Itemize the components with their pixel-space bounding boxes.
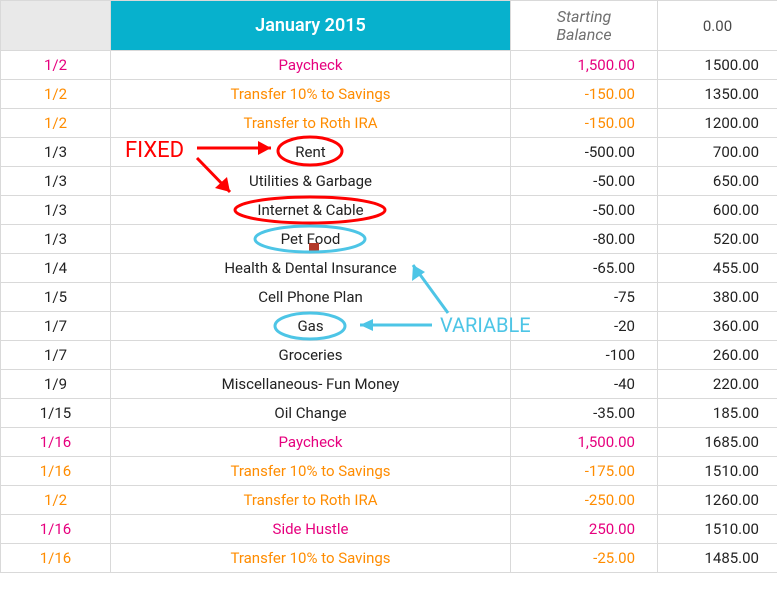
cell-balance[interactable]: 185.00 <box>658 399 777 428</box>
cell-amount[interactable]: -150.00 <box>511 80 658 109</box>
cell-description[interactable]: Internet & Cable <box>111 196 511 225</box>
cell-description[interactable]: Health & Dental Insurance <box>111 254 511 283</box>
header-blank <box>1 1 111 51</box>
cell-date[interactable]: 1/16 <box>1 515 111 544</box>
table-row: 1/7Groceries-100260.00 <box>1 341 777 370</box>
budget-table: January 2015 StartingBalance 0.00 1/2Pay… <box>0 0 777 573</box>
cell-description[interactable]: Miscellaneous- Fun Money <box>111 370 511 399</box>
cell-description[interactable]: Transfer 10% to Savings <box>111 80 511 109</box>
cell-amount[interactable]: 1,500.00 <box>511 428 658 457</box>
cell-amount[interactable]: -175.00 <box>511 457 658 486</box>
cell-description[interactable]: Oil Change <box>111 399 511 428</box>
cell-amount[interactable]: -100 <box>511 341 658 370</box>
cell-description[interactable]: Transfer to Roth IRA <box>111 486 511 515</box>
cell-amount[interactable]: -250.00 <box>511 486 658 515</box>
header-row: January 2015 StartingBalance 0.00 <box>1 1 777 51</box>
cell-balance[interactable]: 1510.00 <box>658 515 777 544</box>
cell-balance[interactable]: 520.00 <box>658 225 777 254</box>
cell-description[interactable]: Paycheck <box>111 51 511 80</box>
cell-amount[interactable]: -500.00 <box>511 138 658 167</box>
cell-amount[interactable]: -75 <box>511 283 658 312</box>
cell-description[interactable]: Groceries <box>111 341 511 370</box>
cell-balance[interactable]: 260.00 <box>658 341 777 370</box>
cell-description[interactable]: Transfer 10% to Savings <box>111 544 511 573</box>
table-row: 1/4Health & Dental Insurance-65.00455.00 <box>1 254 777 283</box>
cell-date[interactable]: 1/16 <box>1 428 111 457</box>
table-row: 1/3Utilities & Garbage-50.00650.00 <box>1 167 777 196</box>
cell-date[interactable]: 1/2 <box>1 80 111 109</box>
table-row: 1/2Paycheck1,500.001500.00 <box>1 51 777 80</box>
header-starting-balance-label: StartingBalance <box>511 1 658 51</box>
table-row: 1/7Gas-20360.00 <box>1 312 777 341</box>
cell-balance[interactable]: 220.00 <box>658 370 777 399</box>
cell-date[interactable]: 1/15 <box>1 399 111 428</box>
cell-date[interactable]: 1/2 <box>1 109 111 138</box>
header-starting-balance-value: 0.00 <box>658 1 777 51</box>
spreadsheet: January 2015 StartingBalance 0.00 1/2Pay… <box>0 0 777 590</box>
cell-description[interactable]: Utilities & Garbage <box>111 167 511 196</box>
cell-date[interactable]: 1/7 <box>1 341 111 370</box>
cell-balance[interactable]: 1200.00 <box>658 109 777 138</box>
table-row: 1/15Oil Change-35.00185.00 <box>1 399 777 428</box>
table-row: 1/16Transfer 10% to Savings-175.001510.0… <box>1 457 777 486</box>
cell-date[interactable]: 1/3 <box>1 225 111 254</box>
cell-date[interactable]: 1/9 <box>1 370 111 399</box>
cell-balance[interactable]: 1260.00 <box>658 486 777 515</box>
cell-balance[interactable]: 1510.00 <box>658 457 777 486</box>
cell-balance[interactable]: 650.00 <box>658 167 777 196</box>
cell-amount[interactable]: 250.00 <box>511 515 658 544</box>
cell-balance[interactable]: 360.00 <box>658 312 777 341</box>
table-row: 1/16Side Hustle250.001510.00 <box>1 515 777 544</box>
cell-amount[interactable]: -35.00 <box>511 399 658 428</box>
cell-description[interactable]: Pet Food <box>111 225 511 254</box>
cell-amount[interactable]: 1,500.00 <box>511 51 658 80</box>
cell-date[interactable]: 1/3 <box>1 196 111 225</box>
cell-amount[interactable]: -25.00 <box>511 544 658 573</box>
table-row: 1/9Miscellaneous- Fun Money-40220.00 <box>1 370 777 399</box>
cell-amount[interactable]: -80.00 <box>511 225 658 254</box>
cell-date[interactable]: 1/2 <box>1 486 111 515</box>
table-row: 1/3Internet & Cable-50.00600.00 <box>1 196 777 225</box>
cell-date[interactable]: 1/7 <box>1 312 111 341</box>
table-row: 1/2Transfer to Roth IRA-250.001260.00 <box>1 486 777 515</box>
table-row: 1/16Paycheck1,500.001685.00 <box>1 428 777 457</box>
cell-balance[interactable]: 455.00 <box>658 254 777 283</box>
cell-amount[interactable]: -150.00 <box>511 109 658 138</box>
cell-amount[interactable]: -40 <box>511 370 658 399</box>
table-row: 1/16Transfer 10% to Savings-25.001485.00 <box>1 544 777 573</box>
cell-amount[interactable]: -50.00 <box>511 196 658 225</box>
cell-date[interactable]: 1/16 <box>1 544 111 573</box>
cell-balance[interactable]: 700.00 <box>658 138 777 167</box>
header-month: January 2015 <box>111 1 511 51</box>
table-row: 1/5Cell Phone Plan-75380.00 <box>1 283 777 312</box>
cell-description[interactable]: Paycheck <box>111 428 511 457</box>
cell-balance[interactable]: 1685.00 <box>658 428 777 457</box>
cell-amount[interactable]: -65.00 <box>511 254 658 283</box>
cell-description[interactable]: Gas <box>111 312 511 341</box>
cell-date[interactable]: 1/5 <box>1 283 111 312</box>
table-row: 1/3Rent-500.00700.00 <box>1 138 777 167</box>
cell-date[interactable]: 1/4 <box>1 254 111 283</box>
cell-balance[interactable]: 1500.00 <box>658 51 777 80</box>
table-row: 1/2Transfer 10% to Savings-150.001350.00 <box>1 80 777 109</box>
cell-amount[interactable]: -20 <box>511 312 658 341</box>
cell-description[interactable]: Transfer to Roth IRA <box>111 109 511 138</box>
cell-date[interactable]: 1/3 <box>1 138 111 167</box>
cell-description[interactable]: Side Hustle <box>111 515 511 544</box>
cell-balance[interactable]: 1485.00 <box>658 544 777 573</box>
cell-balance[interactable]: 1350.00 <box>658 80 777 109</box>
cell-description[interactable]: Transfer 10% to Savings <box>111 457 511 486</box>
cell-description[interactable]: Rent <box>111 138 511 167</box>
cell-date[interactable]: 1/16 <box>1 457 111 486</box>
cell-balance[interactable]: 600.00 <box>658 196 777 225</box>
table-row: 1/2Transfer to Roth IRA-150.001200.00 <box>1 109 777 138</box>
cell-amount[interactable]: -50.00 <box>511 167 658 196</box>
table-row: 1/3Pet Food-80.00520.00 <box>1 225 777 254</box>
cell-date[interactable]: 1/3 <box>1 167 111 196</box>
cell-balance[interactable]: 380.00 <box>658 283 777 312</box>
cell-description[interactable]: Cell Phone Plan <box>111 283 511 312</box>
cell-date[interactable]: 1/2 <box>1 51 111 80</box>
